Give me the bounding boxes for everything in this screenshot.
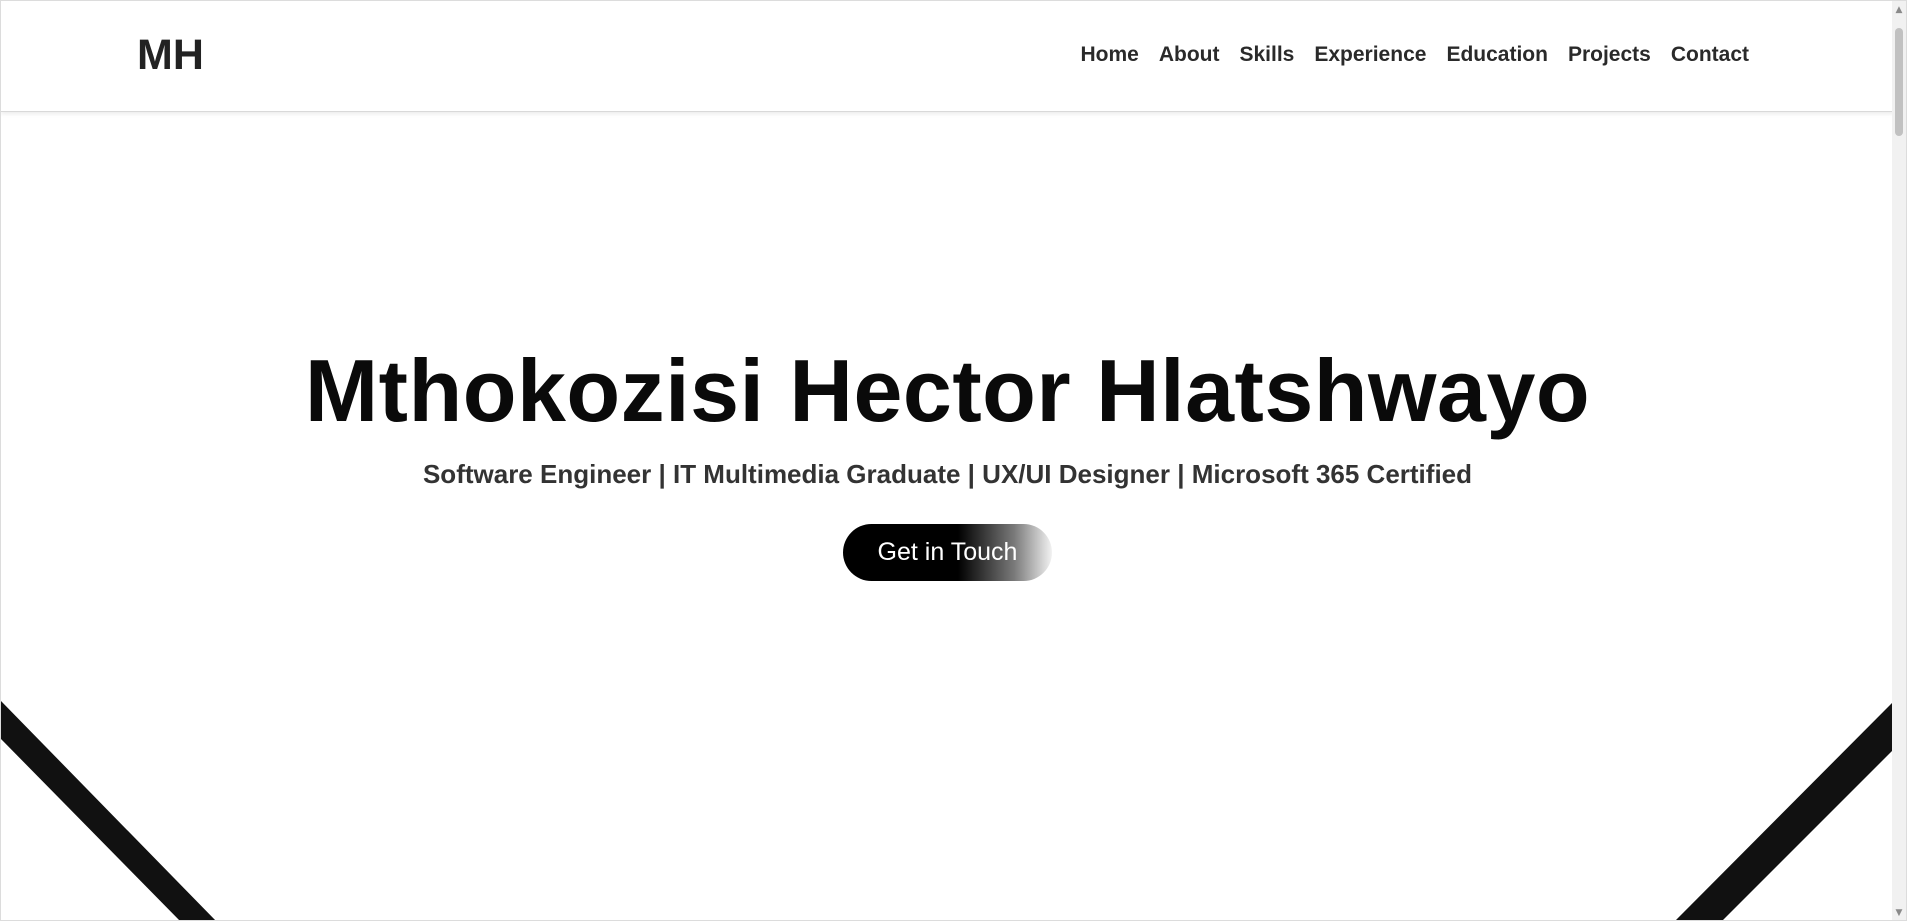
nav-item-contact[interactable]: Contact (1671, 41, 1749, 69)
decorative-stripe-left (1, 701, 216, 920)
nav-item-education[interactable]: Education (1446, 41, 1548, 69)
scroll-down-arrow-icon[interactable]: ▼ (1892, 906, 1906, 920)
nav-item-skills[interactable]: Skills (1239, 41, 1294, 69)
vertical-scrollbar[interactable]: ▲ ▼ (1892, 1, 1906, 920)
site-header: MH Home About Skills Experience Educatio… (1, 1, 1894, 112)
nav-item-home[interactable]: Home (1080, 41, 1138, 69)
hero-section: Mthokozisi Hector Hlatshwayo Software En… (1, 111, 1894, 920)
portfolio-page: MH Home About Skills Experience Educatio… (0, 0, 1907, 921)
hero-subtitle: Software Engineer | IT Multimedia Gradua… (422, 459, 1473, 489)
site-logo[interactable]: MH (137, 30, 204, 80)
nav-item-about[interactable]: About (1159, 41, 1220, 69)
hero-title: Mthokozisi Hector Hlatshwayo (304, 341, 1591, 440)
nav-item-experience[interactable]: Experience (1314, 41, 1426, 69)
main-nav: Home About Skills Experience Education P… (1060, 41, 1749, 69)
nav-item-projects[interactable]: Projects (1568, 41, 1651, 69)
decorative-stripe-right (1675, 701, 1894, 920)
scrollbar-thumb[interactable] (1895, 28, 1903, 136)
scroll-up-arrow-icon[interactable]: ▲ (1892, 3, 1906, 17)
get-in-touch-button[interactable]: Get in Touch (843, 524, 1052, 581)
